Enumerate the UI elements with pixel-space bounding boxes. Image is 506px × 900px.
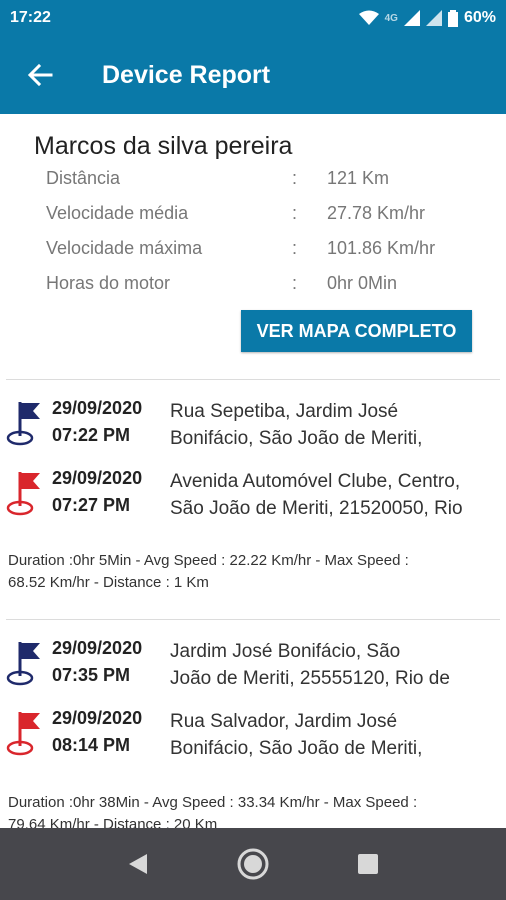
status-bar: 17:22 4G 60% xyxy=(0,0,506,36)
back-button[interactable] xyxy=(10,45,70,105)
stat-value: 27.78 Km/hr xyxy=(327,203,426,223)
address-line: Rua Sepetiba, Jardim José xyxy=(170,401,399,422)
address-line: Bonifácio, São João de Meriti, xyxy=(170,738,423,759)
wifi-icon xyxy=(358,10,379,25)
recents-square-icon xyxy=(358,854,379,874)
address-line: São João de Meriti, 21520050, Rio xyxy=(170,498,463,519)
network-type: 4G xyxy=(384,12,398,24)
stat-label: Velocidade média xyxy=(46,203,189,223)
address-line: Bonifácio, São João de Meriti, xyxy=(170,428,423,449)
view-full-map-button[interactable]: VER MAPA COMPLETO xyxy=(241,310,472,352)
end-time: 08:14 PM xyxy=(52,735,131,755)
stat-colon: : xyxy=(292,168,298,188)
stat-row-distance: Distância : 121 Km xyxy=(36,161,492,196)
status-icons: 4G 60% xyxy=(358,9,496,27)
trip-summary-line: 79.64 Km/hr - Distance : 20 Km xyxy=(8,816,218,828)
trip-summary-line: Duration :0hr 38Min - Avg Speed : 33.34 … xyxy=(8,794,418,811)
stat-value: 0hr 0Min xyxy=(327,273,398,293)
trip-start: 29/09/2020 07:22 PM Rua Sepetiba, Jardim… xyxy=(6,394,496,454)
status-time: 17:22 xyxy=(10,9,51,26)
stat-colon: : xyxy=(292,203,298,223)
trip-summary-line: Duration :0hr 5Min - Avg Speed : 22.22 K… xyxy=(8,552,409,569)
end-flag-icon xyxy=(6,472,40,516)
end-date: 29/09/2020 xyxy=(52,708,143,728)
end-address: Avenida Automóvel Clube, Centro, São Joã… xyxy=(170,468,490,522)
trip-summary-line: 68.52 Km/hr - Distance : 1 Km xyxy=(8,574,209,591)
arrow-left-icon xyxy=(27,63,53,87)
trip-end: 29/09/2020 08:14 PM Rua Salvador, Jardim… xyxy=(6,704,496,764)
start-address: Rua Sepetiba, Jardim José Bonifácio, São… xyxy=(170,398,490,452)
stat-colon: : xyxy=(292,238,298,258)
summary-card: Marcos da silva pereira Distância : 121 … xyxy=(6,114,500,380)
stat-row-avg-speed: Velocidade média : 27.78 Km/hr xyxy=(36,196,492,231)
end-time: 07:27 PM xyxy=(52,495,131,515)
stat-label: Horas do motor xyxy=(46,273,171,293)
stat-colon: : xyxy=(292,273,298,293)
end-date: 29/09/2020 xyxy=(52,468,143,488)
trip-summary: Duration :0hr 5Min - Avg Speed : 22.22 K… xyxy=(8,550,498,594)
stat-row-engine-hours: Horas do motor : 0hr 0Min xyxy=(36,266,492,301)
trip-item[interactable]: 29/09/2020 07:35 PM Jardim José Bonifáci… xyxy=(6,620,500,828)
stat-label: Distância xyxy=(46,168,121,188)
battery-level: 60% xyxy=(463,9,496,26)
start-flag-icon xyxy=(6,642,40,686)
address-line: João de Meriti, 25555120, Rio de xyxy=(170,668,450,689)
start-date: 29/09/2020 xyxy=(52,398,143,418)
end-address: Rua Salvador, Jardim José Bonifácio, São… xyxy=(170,708,490,762)
page-title: Device Report xyxy=(102,60,271,89)
start-address: Jardim José Bonifácio, São João de Merit… xyxy=(170,638,490,692)
stat-value: 101.86 Km/hr xyxy=(327,238,436,258)
address-line: Avenida Automóvel Clube, Centro, xyxy=(170,471,461,492)
start-date: 29/09/2020 xyxy=(52,638,143,658)
app-bar: Device Report xyxy=(0,36,506,114)
trip-start: 29/09/2020 07:35 PM Jardim José Bonifáci… xyxy=(6,634,496,694)
trip-end: 29/09/2020 07:27 PM Avenida Automóvel Cl… xyxy=(6,464,496,524)
report-content[interactable]: Marcos da silva pereira Distância : 121 … xyxy=(0,114,506,828)
home-circle-icon xyxy=(237,848,269,880)
driver-name: Marcos da silva pereira xyxy=(34,132,293,160)
back-triangle-icon xyxy=(128,854,147,874)
nav-recents-button[interactable] xyxy=(338,834,398,894)
start-time: 07:35 PM xyxy=(52,665,131,685)
nav-home-button[interactable] xyxy=(223,834,283,894)
start-time: 07:22 PM xyxy=(52,425,131,445)
address-line: Rua Salvador, Jardim José xyxy=(170,711,398,732)
signal-icon-2 xyxy=(425,10,442,26)
start-flag-icon xyxy=(6,402,40,446)
stat-label: Velocidade máxima xyxy=(46,238,203,258)
trip-item[interactable]: 29/09/2020 07:22 PM Rua Sepetiba, Jardim… xyxy=(6,380,500,620)
end-flag-icon xyxy=(6,712,40,756)
trip-summary: Duration :0hr 38Min - Avg Speed : 33.34 … xyxy=(8,792,498,828)
stat-value: 121 Km xyxy=(327,168,390,188)
battery-icon xyxy=(447,9,458,27)
nav-back-button[interactable] xyxy=(108,834,168,894)
system-nav-bar xyxy=(0,828,506,900)
address-line: Jardim José Bonifácio, São xyxy=(170,641,401,662)
stat-row-max-speed: Velocidade máxima : 101.86 Km/hr xyxy=(36,231,492,266)
signal-icon xyxy=(403,10,420,26)
